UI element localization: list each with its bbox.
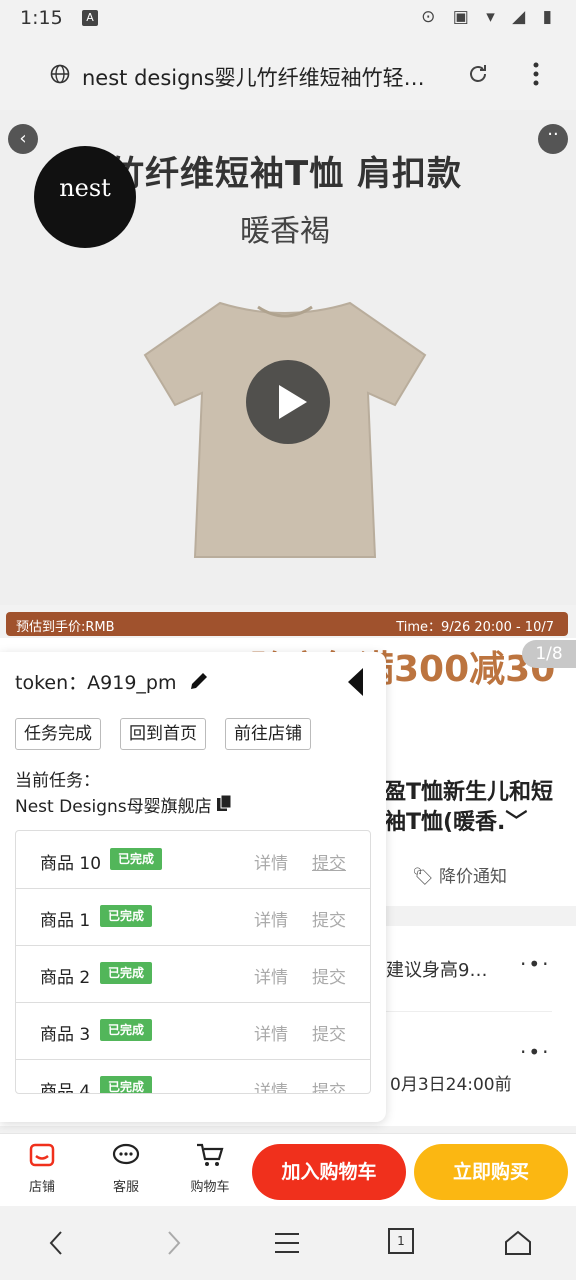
back-icon[interactable]: ‹ bbox=[8, 124, 38, 154]
item-name: 商品 2 bbox=[40, 968, 91, 988]
service-tab[interactable]: 客服 bbox=[96, 1142, 156, 1195]
item-name: 商品 4 bbox=[40, 1082, 91, 1094]
price-notify-label: 降价通知 bbox=[439, 867, 507, 887]
page-title[interactable]: nest designs婴儿竹纤维短袖竹轻… bbox=[82, 62, 442, 92]
item-name: 商品 1 bbox=[40, 911, 91, 931]
image-pager: 1/8 bbox=[522, 640, 576, 668]
status-icons: ⊙ ▣ ▾ ◢ ▮ bbox=[421, 7, 558, 27]
cart-icon bbox=[197, 1143, 224, 1166]
status-badge: 已完成 bbox=[100, 962, 153, 984]
task-row: 商品 1 已完成 详情 提交 bbox=[16, 888, 370, 946]
hero-headline: 竹纤维短袖T恤 肩扣款 bbox=[110, 154, 463, 194]
submit-link[interactable]: 提交 bbox=[312, 1020, 346, 1045]
status-badge: 已完成 bbox=[110, 848, 163, 870]
store-tab[interactable]: 店铺 bbox=[12, 1142, 72, 1195]
product-image[interactable]: 竹纤维短袖T恤 肩扣款 暖香褐 nest ‹ ·· bbox=[0, 110, 576, 605]
product-name: 盈T恤新生儿和短袖T恤(暖香.﹀ bbox=[384, 780, 554, 835]
banner-time: Time：9/26 20:00 - 10/7 bbox=[396, 620, 554, 635]
service-label: 客服 bbox=[112, 1180, 139, 1195]
detail-link[interactable]: 详情 bbox=[254, 963, 288, 988]
store-label: 店铺 bbox=[28, 1180, 55, 1195]
price-tag-icon: 🏷 bbox=[412, 867, 439, 887]
back-home-button[interactable]: 回到首页 bbox=[120, 718, 206, 750]
submit-link[interactable]: 提交 bbox=[312, 849, 346, 874]
copy-icon[interactable] bbox=[216, 794, 232, 812]
banner-price-label: 预估到手价:RMB bbox=[16, 620, 115, 635]
globe-icon bbox=[50, 64, 70, 84]
bottom-action-bar: 店铺 客服 购物车 加入购物车 立即购买 bbox=[0, 1133, 576, 1206]
cart-tab[interactable]: 购物车 bbox=[180, 1142, 240, 1195]
detail-link[interactable]: 详情 bbox=[254, 1077, 288, 1093]
task-complete-button[interactable]: 任务完成 bbox=[15, 718, 101, 750]
token-display: token：A919_pm bbox=[15, 668, 176, 695]
play-video-button[interactable] bbox=[246, 360, 330, 444]
more-menu-icon[interactable] bbox=[526, 60, 546, 88]
edit-pencil-icon[interactable] bbox=[188, 670, 210, 692]
token-value: A919_pm bbox=[87, 672, 177, 694]
home-icon[interactable] bbox=[503, 1228, 533, 1258]
back-nav-icon[interactable] bbox=[42, 1228, 72, 1258]
add-to-cart-button[interactable]: 加入购物车 bbox=[252, 1144, 406, 1200]
divider bbox=[386, 1011, 552, 1012]
go-to-store-button[interactable]: 前往店铺 bbox=[225, 718, 311, 750]
submit-link[interactable]: 提交 bbox=[312, 963, 346, 988]
task-panel: token：A919_pm 任务完成 回到首页 前往店铺 当前任务： Nest … bbox=[0, 652, 386, 1122]
hero-subtitle: 暖香褐 bbox=[240, 214, 330, 249]
more-dots-icon[interactable]: ·•· bbox=[520, 952, 551, 976]
cart-label: 购物车 bbox=[190, 1180, 230, 1195]
navigation-bar: 1 bbox=[0, 1206, 576, 1280]
task-row: 商品 10 已完成 详情 提交 bbox=[16, 831, 370, 889]
current-task-label: 当前任务： bbox=[15, 771, 100, 791]
notification-icon: A bbox=[82, 10, 98, 26]
brand-logo: nest bbox=[34, 146, 136, 248]
status-badge: 已完成 bbox=[100, 905, 153, 927]
detail-link[interactable]: 详情 bbox=[254, 849, 288, 874]
detail-link[interactable]: 详情 bbox=[254, 906, 288, 931]
item-name: 商品 10 bbox=[40, 854, 102, 874]
token-label: token： bbox=[15, 672, 88, 694]
store-icon bbox=[29, 1143, 55, 1167]
chat-icon bbox=[112, 1143, 140, 1165]
collapse-panel-icon[interactable] bbox=[348, 668, 363, 696]
delivery-date: 0月3日24:00前 bbox=[390, 1075, 512, 1095]
buy-now-button[interactable]: 立即购买 bbox=[414, 1144, 568, 1200]
task-list: 商品 10 已完成 详情 提交 商品 1 已完成 详情 提交 商品 2 已完成 … bbox=[15, 830, 371, 1094]
submit-link[interactable]: 提交 bbox=[312, 1077, 346, 1093]
logo-text: nest bbox=[59, 174, 111, 202]
menu-icon[interactable] bbox=[272, 1228, 302, 1258]
more-dots-icon[interactable]: ·•· bbox=[520, 1040, 551, 1064]
status-bar: 1:15 A ⊙ ▣ ▾ ◢ ▮ bbox=[0, 0, 576, 38]
forward-nav-icon[interactable] bbox=[158, 1228, 188, 1258]
current-task-value: Nest Designs母婴旗舰店 bbox=[15, 797, 212, 817]
submit-link[interactable]: 提交 bbox=[312, 906, 346, 931]
more-icon[interactable]: ·· bbox=[538, 124, 568, 154]
detail-link[interactable]: 详情 bbox=[254, 1020, 288, 1045]
browser-url-bar: nest designs婴儿竹纤维短袖竹轻… bbox=[0, 38, 576, 110]
status-time: 1:15 bbox=[20, 7, 63, 29]
tabs-counter-icon[interactable]: 1 bbox=[388, 1228, 414, 1254]
size-suggestion[interactable]: 建议身高9… bbox=[386, 956, 487, 982]
reload-icon[interactable] bbox=[466, 62, 490, 86]
status-badge: 已完成 bbox=[100, 1076, 153, 1093]
status-badge: 已完成 bbox=[100, 1019, 153, 1041]
price-banner: 预估到手价:RMB Time：9/26 20:00 - 10/7 bbox=[6, 612, 568, 636]
task-row: 商品 3 已完成 详情 提交 bbox=[16, 1002, 370, 1060]
item-name: 商品 3 bbox=[40, 1025, 91, 1045]
price-notify-button[interactable]: 🏷 降价通知 bbox=[412, 862, 507, 887]
task-row: 商品 4 已完成 详情 提交 bbox=[16, 1059, 370, 1094]
task-row: 商品 2 已完成 详情 提交 bbox=[16, 945, 370, 1003]
